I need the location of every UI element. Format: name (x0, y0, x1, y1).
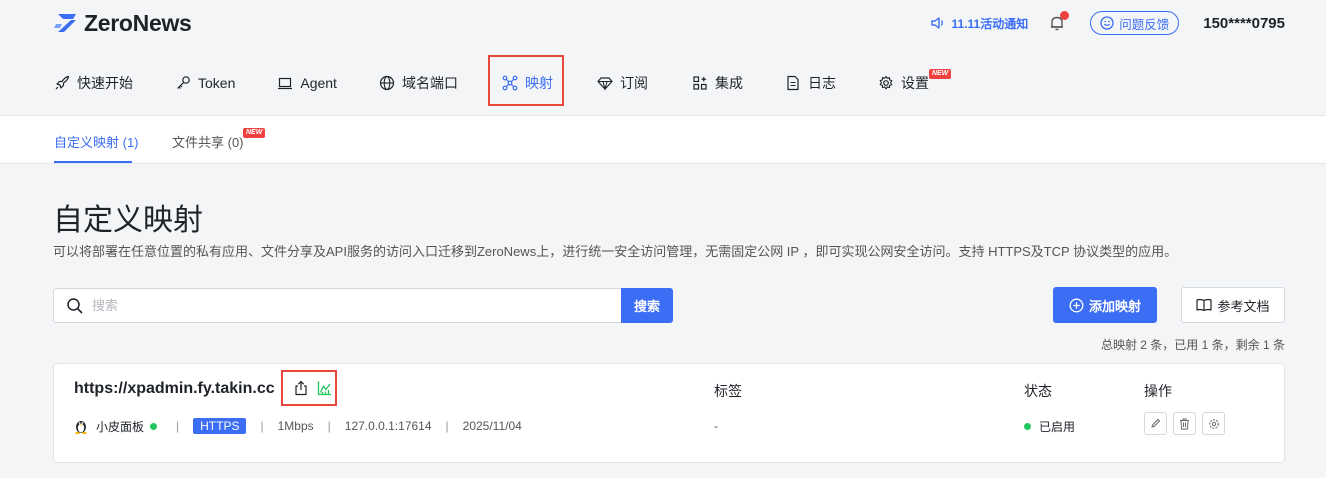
search-input[interactable] (92, 289, 622, 322)
nav-item-agent[interactable]: Agent (277, 60, 337, 106)
event-notice-link[interactable]: 11.11活动通知 (930, 15, 1029, 32)
user-account[interactable]: 150****0795 (1203, 15, 1285, 32)
edit-button[interactable] (1144, 412, 1167, 435)
local-address-value: 127.0.0.1:17614 (344, 419, 432, 433)
file-icon (787, 75, 799, 91)
notification-dot (1060, 11, 1070, 20)
separator: | (176, 419, 180, 433)
add-mapping-button[interactable]: 添加映射 (1053, 287, 1157, 323)
nav-label: Token (198, 75, 236, 91)
nav-label: 快速开始 (77, 75, 133, 91)
col-header-ops: 操作 (1144, 383, 1172, 399)
status-label: 已启用 (1039, 420, 1076, 434)
book-icon (1196, 298, 1213, 312)
logo-text: ZeroNews (84, 9, 192, 36)
operation-buttons (1144, 412, 1231, 435)
separator: | (445, 419, 449, 433)
agent-name: 小皮面板 (96, 419, 145, 434)
status-value: 已启用 (1024, 418, 1075, 435)
main-nav: 快速开始 Token Agent 域名端口 映射 订阅 集成 日志 设置 NEW (54, 55, 952, 106)
rocket-icon (55, 75, 70, 90)
reference-docs-button[interactable]: 参考文档 (1181, 287, 1285, 323)
top-header: ZeroNews 11.11活动通知 问题反馈 150****0795 快速开始… (0, 0, 1326, 116)
agent-online-dot (150, 422, 158, 430)
page-title: 自定义映射 (53, 204, 203, 237)
nav-item-settings[interactable]: 设置 NEW (878, 60, 952, 106)
new-badge: NEW (243, 128, 266, 138)
nav-label: Agent (300, 75, 337, 91)
col-header-status: 状态 (1024, 383, 1052, 399)
delete-button[interactable] (1173, 412, 1196, 435)
plus-circle-icon (1069, 298, 1084, 312)
laptop-icon (278, 77, 293, 90)
grid-icon (693, 76, 707, 90)
nav-item-token[interactable]: Token (175, 60, 235, 106)
mapping-quota: 总映射 2 条，已用 1 条，剩余 1 条 (1100, 338, 1285, 352)
nav-item-domain-port[interactable]: 域名端口 (379, 60, 458, 106)
feedback-button[interactable]: 问题反馈 (1090, 11, 1180, 35)
logo[interactable]: ZeroNews (54, 10, 192, 36)
gear-icon (879, 75, 893, 90)
active-tab-underline (54, 161, 132, 163)
feedback-label: 问题反馈 (1119, 17, 1170, 32)
tab-custom-mapping[interactable]: 自定义映射 (1) (54, 132, 139, 151)
protocol-tag: HTTPS (193, 418, 247, 434)
pencil-icon (1151, 418, 1161, 428)
speaker-icon (930, 17, 943, 29)
card-highlight-box (281, 370, 337, 406)
globe-icon (379, 75, 395, 91)
nav-label: 订阅 (619, 75, 648, 91)
subtab-bar: 自定义映射 (1) 文件共享 (0) NEW (0, 116, 1326, 164)
top-right-bar: 11.11活动通知 问题反馈 150****0795 (930, 11, 1326, 35)
separator: | (327, 419, 331, 433)
nav-label: 集成 (714, 75, 743, 91)
settings-button[interactable] (1202, 412, 1225, 435)
tab-file-share[interactable]: 文件共享 (0) (172, 132, 244, 151)
mapping-details-row: 小皮面板 | HTTPS | 1Mbps | 127.0.0.1:17614 |… (74, 416, 522, 436)
trash-icon (1180, 418, 1189, 429)
nav-item-mapping[interactable]: 映射 (487, 55, 564, 106)
nav-item-logs[interactable]: 日志 (785, 60, 836, 106)
key-icon (177, 76, 190, 89)
smile-icon (1100, 16, 1114, 30)
search-icon (67, 298, 83, 314)
nav-label: 设置 (900, 75, 929, 91)
new-badge: NEW (928, 69, 952, 79)
page-description: 可以将部署在任意位置的私有应用、文件分享及API服务的访问入口迁移到ZeroNe… (53, 244, 1178, 259)
status-dot (1024, 423, 1031, 430)
bandwidth-value: 1Mbps (277, 419, 314, 433)
nav-label: 域名端口 (401, 75, 458, 91)
add-mapping-label: 添加映射 (1088, 298, 1141, 314)
search-bar: 搜索 (53, 288, 673, 323)
col-header-tags: 标签 (714, 383, 742, 399)
zeronews-logo-icon (54, 12, 80, 34)
nav-highlight-box (487, 55, 564, 106)
created-date-value: 2025/11/04 (462, 419, 522, 433)
tags-value: - (714, 419, 718, 433)
diamond-icon (597, 77, 613, 91)
mapping-card: https://xpadmin.fy.takin.cc 标签 状态 操作 小皮面… (53, 363, 1285, 463)
linux-penguin-icon (75, 421, 87, 434)
notification-bell[interactable] (1048, 11, 1070, 32)
reference-docs-label: 参考文档 (1217, 298, 1270, 314)
nav-item-subscription[interactable]: 订阅 (597, 60, 648, 106)
separator: | (260, 419, 264, 433)
gear-icon (1208, 418, 1219, 429)
search-button[interactable]: 搜索 (621, 288, 673, 323)
nav-item-quickstart[interactable]: 快速开始 (54, 60, 133, 106)
nav-label: 日志 (807, 75, 836, 91)
notice-label: 11.11活动通知 (951, 16, 1029, 31)
nav-item-integration[interactable]: 集成 (692, 60, 743, 106)
mapping-domain[interactable]: https://xpadmin.fy.takin.cc (74, 380, 275, 398)
